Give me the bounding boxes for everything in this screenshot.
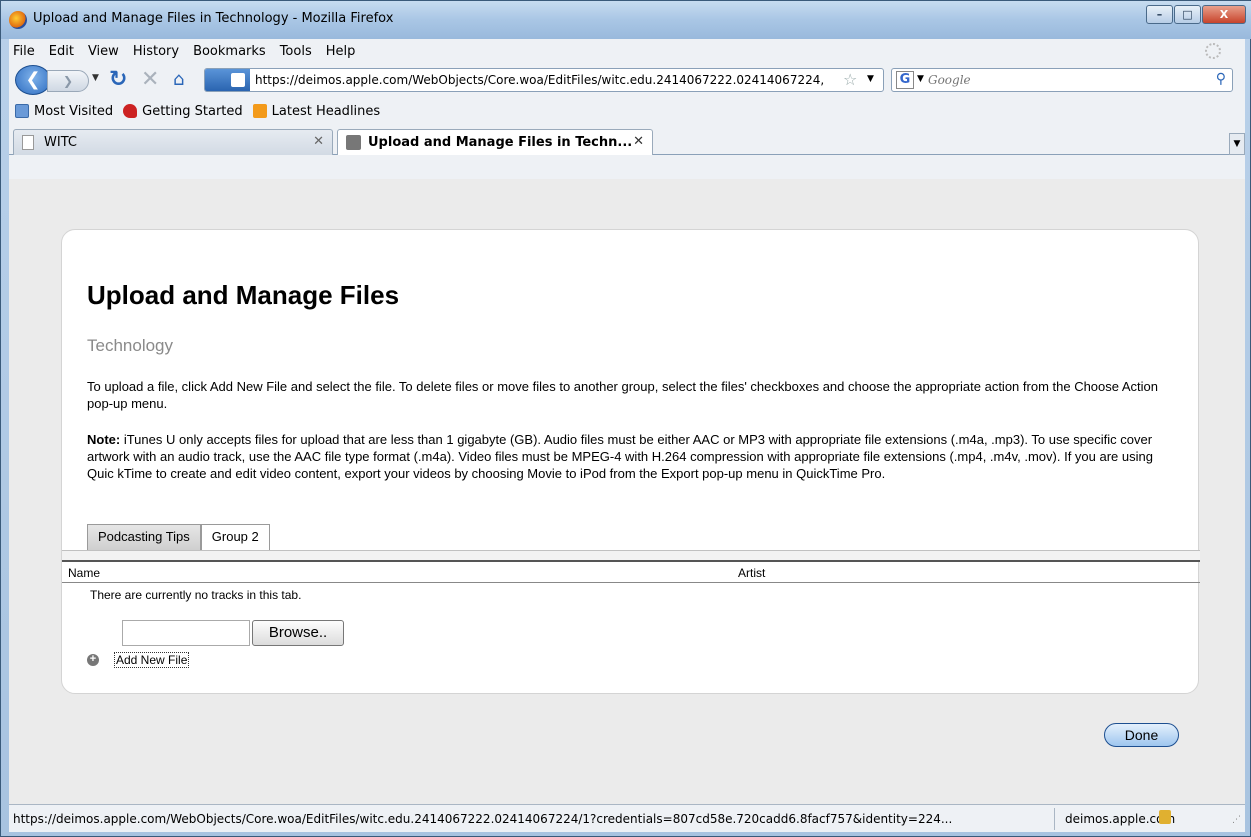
- tab-group-2[interactable]: Group 2: [200, 524, 270, 550]
- window-controls: – □ X: [1145, 5, 1246, 24]
- menu-tools[interactable]: Tools: [280, 44, 312, 59]
- most-visited-icon: [15, 104, 29, 118]
- forward-arrow-icon: ❯: [62, 74, 74, 88]
- close-icon: X: [1219, 8, 1229, 21]
- empty-tracks-message: There are currently no tracks in this ta…: [90, 588, 302, 602]
- track-table-header: Name Artist: [62, 563, 1200, 583]
- done-button[interactable]: Done: [1104, 723, 1179, 747]
- site-identity-button[interactable]: [205, 69, 250, 91]
- group-tabs: Podcasting Tips Group 2: [87, 524, 270, 550]
- menu-help[interactable]: Help: [326, 44, 356, 59]
- bookmark-label: Getting Started: [142, 103, 243, 119]
- tab-list-dropdown-icon[interactable]: ▼: [1229, 133, 1245, 155]
- bookmark-label: Latest Headlines: [271, 103, 381, 119]
- search-input[interactable]: [928, 71, 1198, 89]
- page-subtitle: Technology: [87, 336, 174, 355]
- bookmark-label: Most Visited: [34, 103, 114, 119]
- add-icon[interactable]: +: [87, 654, 99, 666]
- apple-favicon-icon: [346, 135, 361, 150]
- search-icon[interactable]: ⚲: [1216, 71, 1226, 87]
- tab-podcasting-tips[interactable]: Podcasting Tips: [87, 524, 201, 550]
- home-icon[interactable]: ⌂: [173, 69, 184, 90]
- note-body: iTunes U only accepts files for upload t…: [87, 432, 1153, 481]
- tab-witc[interactable]: WITC ✕: [13, 129, 333, 155]
- status-divider: [1054, 808, 1055, 830]
- bookmark-most-visited[interactable]: Most Visited: [15, 104, 113, 119]
- column-header-name[interactable]: Name: [68, 566, 100, 580]
- navigation-toolbar: ❮ ❯ ▼ ↻ ✕ ⌂ https://deimos.apple.com/Web…: [9, 63, 1245, 97]
- close-tab-icon[interactable]: ✕: [313, 134, 324, 149]
- close-window-button[interactable]: X: [1202, 5, 1246, 24]
- menu-file[interactable]: File: [13, 44, 35, 59]
- lock-icon[interactable]: [1159, 810, 1171, 824]
- close-tab-icon[interactable]: ✕: [633, 134, 644, 149]
- bookmark-latest-headlines[interactable]: Latest Headlines: [252, 103, 381, 119]
- back-arrow-icon: ❮: [25, 69, 41, 90]
- address-bar[interactable]: https://deimos.apple.com/WebObjects/Core…: [204, 68, 884, 92]
- browse-button[interactable]: Browse..: [252, 620, 344, 646]
- tab-label: Upload and Manage Files in Techn...: [368, 135, 633, 150]
- menu-view[interactable]: View: [88, 44, 119, 59]
- search-engine-dropdown-icon[interactable]: ▼: [917, 74, 924, 84]
- page-title: Upload and Manage Files: [87, 280, 400, 310]
- page-content: Upload and Manage Files Technology To up…: [9, 179, 1245, 804]
- bookmark-star-icon[interactable]: ☆: [843, 70, 857, 89]
- minimize-button[interactable]: –: [1146, 5, 1173, 24]
- search-bar[interactable]: G ▼ ⚲: [891, 68, 1233, 92]
- browser-window: Upload and Manage Files in Technology - …: [0, 0, 1251, 837]
- file-path-field[interactable]: [122, 620, 250, 646]
- instructions-text: To upload a file, click Add New File and…: [87, 379, 1159, 411]
- tab-label: WITC: [44, 135, 77, 150]
- upload-panel: Upload and Manage Files Technology To up…: [61, 229, 1200, 694]
- reload-icon[interactable]: ↻: [109, 67, 127, 92]
- firefox-icon: [9, 11, 27, 29]
- url-dropdown-icon[interactable]: ▼: [867, 74, 874, 84]
- bookmarks-toolbar: Most Visited Getting Started Latest Head…: [9, 97, 1245, 125]
- document-icon: [22, 135, 34, 150]
- maximize-button[interactable]: □: [1174, 5, 1201, 24]
- activity-throbber-icon: [1205, 43, 1221, 59]
- status-url-text: https://deimos.apple.com/WebObjects/Core…: [13, 812, 953, 826]
- title-bar: Upload and Manage Files in Technology - …: [1, 1, 1251, 39]
- history-dropdown-icon[interactable]: ▼: [92, 73, 99, 83]
- status-bar: https://deimos.apple.com/WebObjects/Core…: [9, 804, 1245, 832]
- menu-bookmarks[interactable]: Bookmarks: [193, 44, 266, 59]
- menu-bar: File Edit View History Bookmarks Tools H…: [9, 39, 1245, 63]
- address-text[interactable]: https://deimos.apple.com/WebObjects/Core…: [255, 73, 835, 87]
- forward-button[interactable]: ❯: [47, 70, 89, 92]
- resize-grip-icon[interactable]: ⋰: [1232, 815, 1241, 825]
- tab-strip: WITC ✕ Upload and Manage Files in Techn.…: [9, 125, 1245, 155]
- minimize-icon: –: [1156, 8, 1163, 21]
- column-header-artist[interactable]: Artist: [738, 566, 765, 580]
- window-title: Upload and Manage Files in Technology - …: [33, 11, 394, 26]
- bookmark-getting-started[interactable]: Getting Started: [123, 104, 243, 119]
- menu-history[interactable]: History: [133, 44, 179, 59]
- google-engine-icon[interactable]: G: [896, 71, 914, 89]
- getting-started-icon: [123, 104, 138, 118]
- maximize-icon: □: [1182, 8, 1193, 21]
- site-favicon-icon: [231, 73, 245, 87]
- tab-upload-manage-files[interactable]: Upload and Manage Files in Techn... ✕: [337, 129, 653, 155]
- note-text: Note: iTunes U only accepts files for up…: [87, 431, 1177, 482]
- tab-divider: [62, 550, 1200, 562]
- stop-icon[interactable]: ✕: [141, 67, 159, 92]
- menu-edit[interactable]: Edit: [49, 44, 74, 59]
- browser-chrome: File Edit View History Bookmarks Tools H…: [9, 39, 1245, 179]
- back-button[interactable]: ❮: [15, 65, 51, 95]
- note-label: Note:: [87, 432, 121, 447]
- add-new-file-link[interactable]: Add New File: [114, 652, 190, 668]
- rss-feed-icon: [252, 104, 267, 118]
